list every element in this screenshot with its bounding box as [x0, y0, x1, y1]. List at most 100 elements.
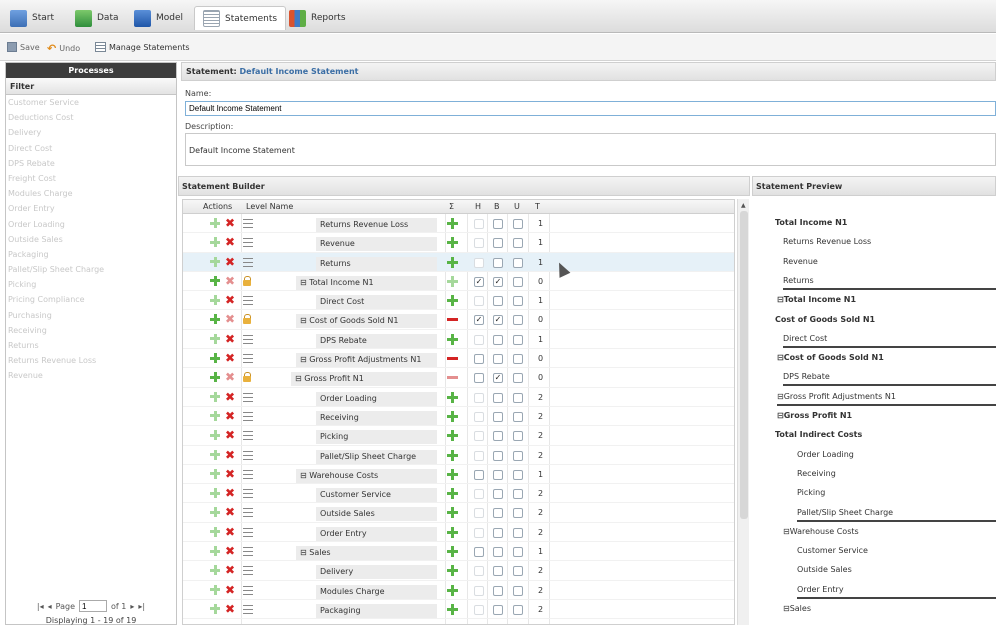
bold-checkbox[interactable] — [493, 527, 503, 538]
builder-scrollbar[interactable]: ▲ — [737, 199, 749, 625]
sum-toggle-icon[interactable] — [447, 584, 458, 596]
add-icon[interactable] — [210, 565, 220, 576]
tab-level-value[interactable]: 2 — [538, 393, 543, 402]
sum-toggle-icon[interactable] — [447, 275, 458, 287]
process-item[interactable]: Picking — [6, 277, 176, 292]
process-item[interactable]: Returns — [6, 338, 176, 353]
page-input[interactable] — [79, 600, 108, 612]
tab-reports[interactable]: Reports — [289, 6, 346, 30]
header-checkbox[interactable] — [474, 431, 484, 442]
process-item[interactable]: Pallet/Slip Sheet Charge — [6, 262, 176, 277]
tab-level-value[interactable]: 1 — [538, 296, 543, 305]
drag-handle-icon[interactable] — [243, 431, 253, 441]
process-item[interactable]: Purchasing — [6, 308, 176, 323]
statement-description-input[interactable]: Default Income Statement — [185, 133, 996, 166]
sum-toggle-icon[interactable] — [447, 468, 458, 480]
tab-level-value[interactable]: 2 — [538, 605, 543, 614]
process-item[interactable]: Returns Revenue Loss — [6, 353, 176, 368]
tab-level-value[interactable]: 2 — [538, 412, 543, 421]
delete-icon[interactable]: ✖ — [225, 332, 235, 346]
tab-start[interactable]: Start — [10, 6, 54, 30]
level-name[interactable]: ⊟ Total Income N1 — [296, 275, 437, 290]
level-name[interactable]: Order Loading — [316, 391, 437, 406]
header-checkbox[interactable] — [474, 547, 484, 558]
header-checkbox[interactable]: ✓ — [474, 315, 484, 326]
underline-checkbox[interactable] — [513, 527, 523, 538]
drag-handle-icon[interactable] — [243, 411, 253, 421]
process-item[interactable]: Deductions Cost — [6, 110, 176, 125]
add-icon[interactable] — [210, 468, 220, 479]
drag-handle-icon[interactable] — [243, 450, 253, 460]
underline-checkbox[interactable] — [513, 604, 523, 615]
delete-icon[interactable]: ✖ — [225, 370, 235, 384]
table-row[interactable]: ✖ ⊟ Warehouse Costs 1 — [183, 465, 734, 485]
bold-checkbox[interactable] — [493, 296, 503, 307]
tab-level-value[interactable]: 0 — [538, 277, 543, 286]
sum-toggle-icon[interactable] — [447, 353, 458, 364]
underline-checkbox[interactable] — [513, 431, 523, 442]
delete-icon[interactable]: ✖ — [225, 216, 235, 230]
header-checkbox[interactable] — [474, 508, 484, 519]
process-item[interactable]: Outside Sales — [6, 232, 176, 247]
table-row[interactable]: ✖ Picking 2 — [183, 426, 734, 446]
prev-page-icon[interactable]: ◂ — [48, 602, 52, 611]
last-page-icon[interactable]: ▸| — [138, 602, 145, 611]
add-icon[interactable] — [210, 449, 220, 460]
table-row[interactable]: ✖ ⊟ Total Income N1 ✓ ✓ 0 — [183, 272, 734, 292]
drag-handle-icon[interactable] — [243, 257, 253, 267]
bold-checkbox[interactable] — [493, 219, 503, 229]
bold-checkbox[interactable] — [493, 257, 503, 268]
bold-checkbox[interactable]: ✓ — [493, 373, 503, 384]
sum-toggle-icon[interactable] — [447, 410, 458, 422]
tab-level-value[interactable]: 2 — [538, 451, 543, 460]
save-button[interactable]: Save — [7, 42, 40, 52]
bold-checkbox[interactable] — [493, 469, 503, 480]
delete-icon[interactable]: ✖ — [225, 448, 235, 462]
underline-checkbox[interactable] — [513, 257, 523, 268]
drag-handle-icon[interactable] — [243, 219, 253, 228]
underline-checkbox[interactable] — [513, 334, 523, 345]
drag-handle-icon[interactable] — [243, 508, 253, 518]
bold-checkbox[interactable] — [493, 354, 503, 365]
table-row[interactable]: ✖ DPS Rebate 1 — [183, 330, 734, 350]
delete-icon[interactable]: ✖ — [225, 351, 235, 365]
tab-level-value[interactable]: 2 — [538, 431, 543, 440]
header-checkbox[interactable] — [474, 585, 484, 596]
table-row[interactable]: ✖ Order Loading 2 — [183, 388, 734, 407]
table-row[interactable]: ✖ ⊟ Cost of Goods Sold N1 ✓ ✓ 0 — [183, 310, 734, 330]
tab-model[interactable]: Model — [134, 6, 183, 30]
sum-toggle-icon[interactable] — [447, 391, 458, 403]
underline-checkbox[interactable] — [513, 354, 523, 365]
level-name[interactable]: ⊟ Cost of Goods Sold N1 — [296, 314, 437, 329]
drag-handle-icon[interactable] — [243, 566, 253, 576]
process-item[interactable]: Customer Service — [6, 95, 176, 110]
level-name[interactable]: Picking — [316, 430, 437, 445]
tab-statements[interactable]: Statements — [194, 6, 287, 30]
tab-level-value[interactable]: 2 — [538, 528, 543, 537]
sum-toggle-icon[interactable] — [447, 237, 458, 249]
drag-handle-icon[interactable] — [243, 585, 253, 595]
sum-toggle-icon[interactable] — [447, 565, 458, 577]
delete-icon[interactable]: ✖ — [225, 544, 235, 558]
level-name[interactable]: Pallet/Slip Sheet Charge — [316, 449, 437, 464]
header-checkbox[interactable] — [474, 219, 484, 229]
add-icon[interactable] — [210, 372, 220, 383]
level-name[interactable]: Modules Charge — [316, 584, 437, 599]
add-icon[interactable] — [210, 410, 220, 421]
bold-checkbox[interactable] — [493, 431, 503, 442]
undo-button[interactable]: ↶ Undo — [47, 42, 80, 55]
level-name[interactable]: ⊟ Gross Profit N1 — [291, 372, 437, 387]
tab-level-value[interactable]: 2 — [538, 508, 543, 517]
sum-toggle-icon[interactable] — [447, 507, 458, 519]
sum-toggle-icon[interactable] — [447, 295, 458, 307]
sum-toggle-icon[interactable] — [447, 218, 458, 229]
delete-icon[interactable]: ✖ — [225, 486, 235, 500]
drag-handle-icon[interactable] — [243, 392, 253, 402]
header-checkbox[interactable] — [474, 604, 484, 615]
drag-handle-icon[interactable] — [243, 469, 253, 479]
add-icon[interactable] — [210, 353, 220, 364]
delete-icon[interactable]: ✖ — [225, 602, 235, 616]
header-checkbox[interactable] — [474, 296, 484, 307]
header-checkbox[interactable] — [474, 354, 484, 365]
bold-checkbox[interactable] — [493, 238, 503, 249]
